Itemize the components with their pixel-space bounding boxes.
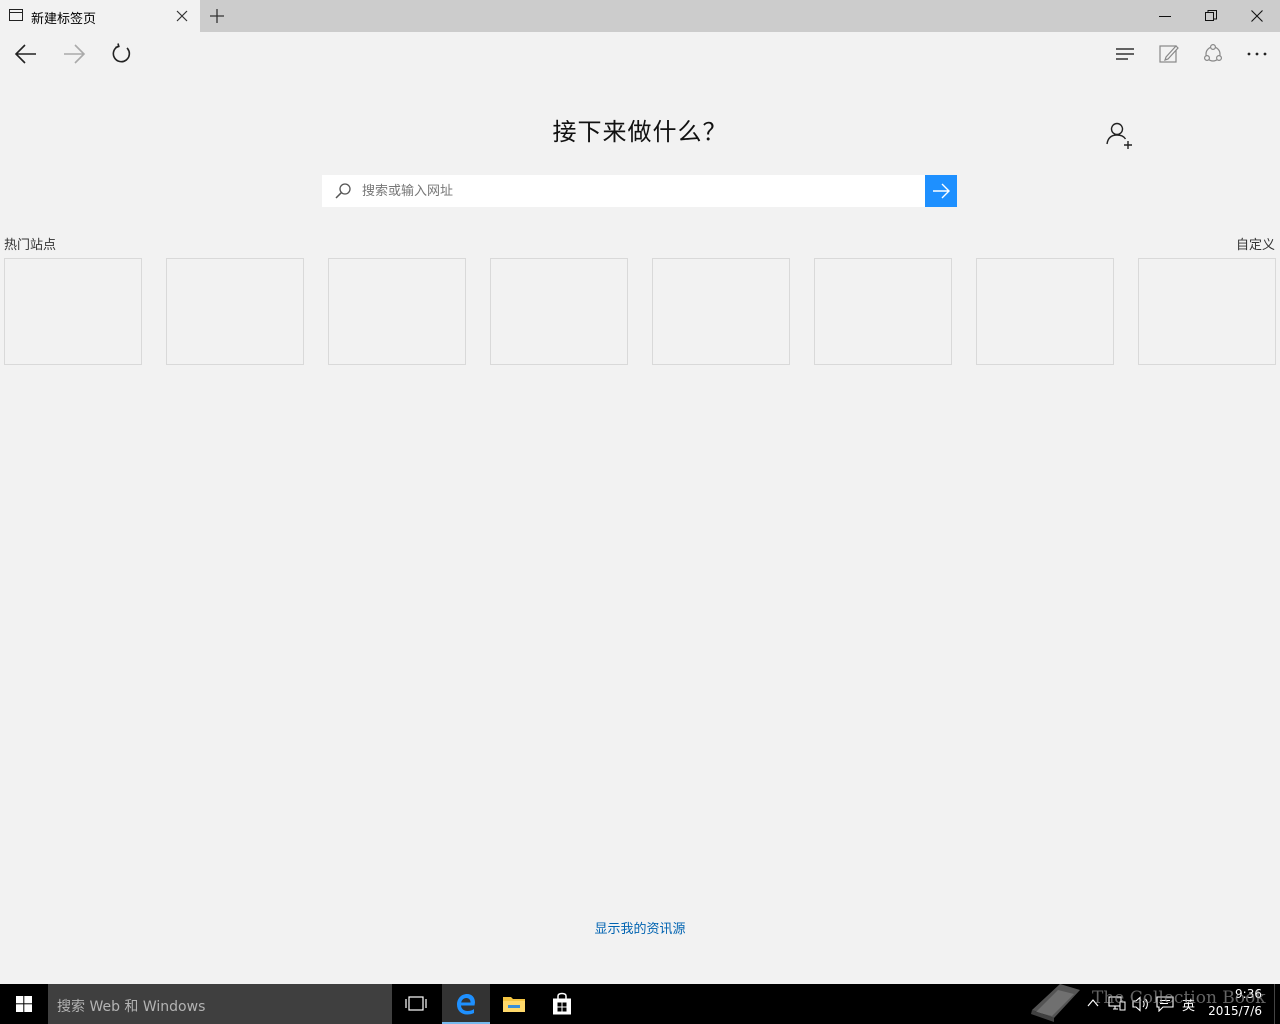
pen-icon [1159, 45, 1179, 63]
top-site-tile[interactable] [4, 258, 142, 365]
refresh-icon [112, 43, 131, 63]
close-icon [1251, 10, 1263, 22]
start-button[interactable] [0, 984, 48, 1024]
share-button[interactable] [1190, 32, 1234, 76]
task-view-icon [405, 996, 427, 1011]
top-site-tile[interactable] [814, 258, 952, 365]
tab-new-tab[interactable]: 新建标签页 [0, 0, 200, 32]
share-icon [1203, 43, 1223, 62]
minimize-button[interactable] [1142, 0, 1188, 32]
top-site-tile[interactable] [976, 258, 1114, 365]
file-explorer-button[interactable] [490, 984, 538, 1024]
search-go-button[interactable] [925, 175, 957, 207]
minimize-icon [1159, 16, 1171, 17]
watermark-text: The Collection Book [1092, 988, 1266, 1008]
top-site-tile[interactable] [652, 258, 790, 365]
store-button[interactable] [538, 984, 586, 1024]
back-button[interactable] [2, 32, 46, 76]
tab-title: 新建标签页 [31, 12, 97, 27]
web-note-button[interactable] [1146, 32, 1190, 76]
top-site-tile[interactable] [166, 258, 304, 365]
ellipsis-icon [1247, 52, 1267, 56]
taskbar-search-box[interactable]: 搜索 Web 和 Windows [48, 984, 392, 1024]
add-user-icon [1106, 122, 1132, 149]
arrow-right-icon [64, 44, 86, 64]
hub-icon [1116, 48, 1134, 60]
folder-icon [503, 997, 525, 1012]
new-tab-plus-icon[interactable] [208, 7, 226, 25]
title-bar: 新建标签页 [0, 0, 1280, 32]
customize-link[interactable]: 自定义 [1236, 234, 1275, 253]
restore-button[interactable] [1188, 0, 1234, 32]
book-watermark-icon [1028, 972, 1084, 1024]
edge-taskbar-button[interactable] [442, 984, 490, 1024]
task-view-button[interactable] [392, 984, 440, 1024]
restore-icon [1205, 10, 1217, 21]
taskbar: 搜索 Web 和 Windows 英 9:36 2015/7/6 [0, 984, 1280, 1024]
search-input[interactable] [362, 175, 912, 207]
refresh-button[interactable] [98, 32, 142, 76]
add-user-button[interactable] [1104, 120, 1136, 152]
more-button[interactable] [1234, 32, 1278, 76]
navigation-bar [0, 32, 1280, 76]
arrow-left-icon [14, 44, 36, 64]
close-tab-icon[interactable] [174, 8, 190, 24]
store-icon [553, 992, 571, 1015]
top-site-tile[interactable] [1138, 258, 1276, 365]
show-desktop-button[interactable] [1274, 984, 1280, 1024]
top-site-tile[interactable] [328, 258, 466, 365]
search-icon [334, 182, 352, 200]
top-site-tile[interactable] [490, 258, 628, 365]
windows-logo-icon [16, 996, 32, 1012]
top-sites-label: 热门站点 [4, 238, 57, 253]
hub-button[interactable] [1102, 32, 1146, 76]
page-heading: 接下来做什么？ [552, 118, 728, 146]
taskbar-search-text: 搜索 Web 和 Windows [57, 999, 206, 1015]
search-box [322, 175, 925, 207]
edge-icon [457, 994, 475, 1015]
tab-page-icon [9, 9, 23, 21]
close-window-button[interactable] [1234, 0, 1280, 32]
forward-button[interactable] [50, 32, 94, 76]
arrow-right-icon [933, 183, 950, 199]
show-news-feed-link[interactable]: 显示我的资讯源 [0, 918, 1280, 937]
